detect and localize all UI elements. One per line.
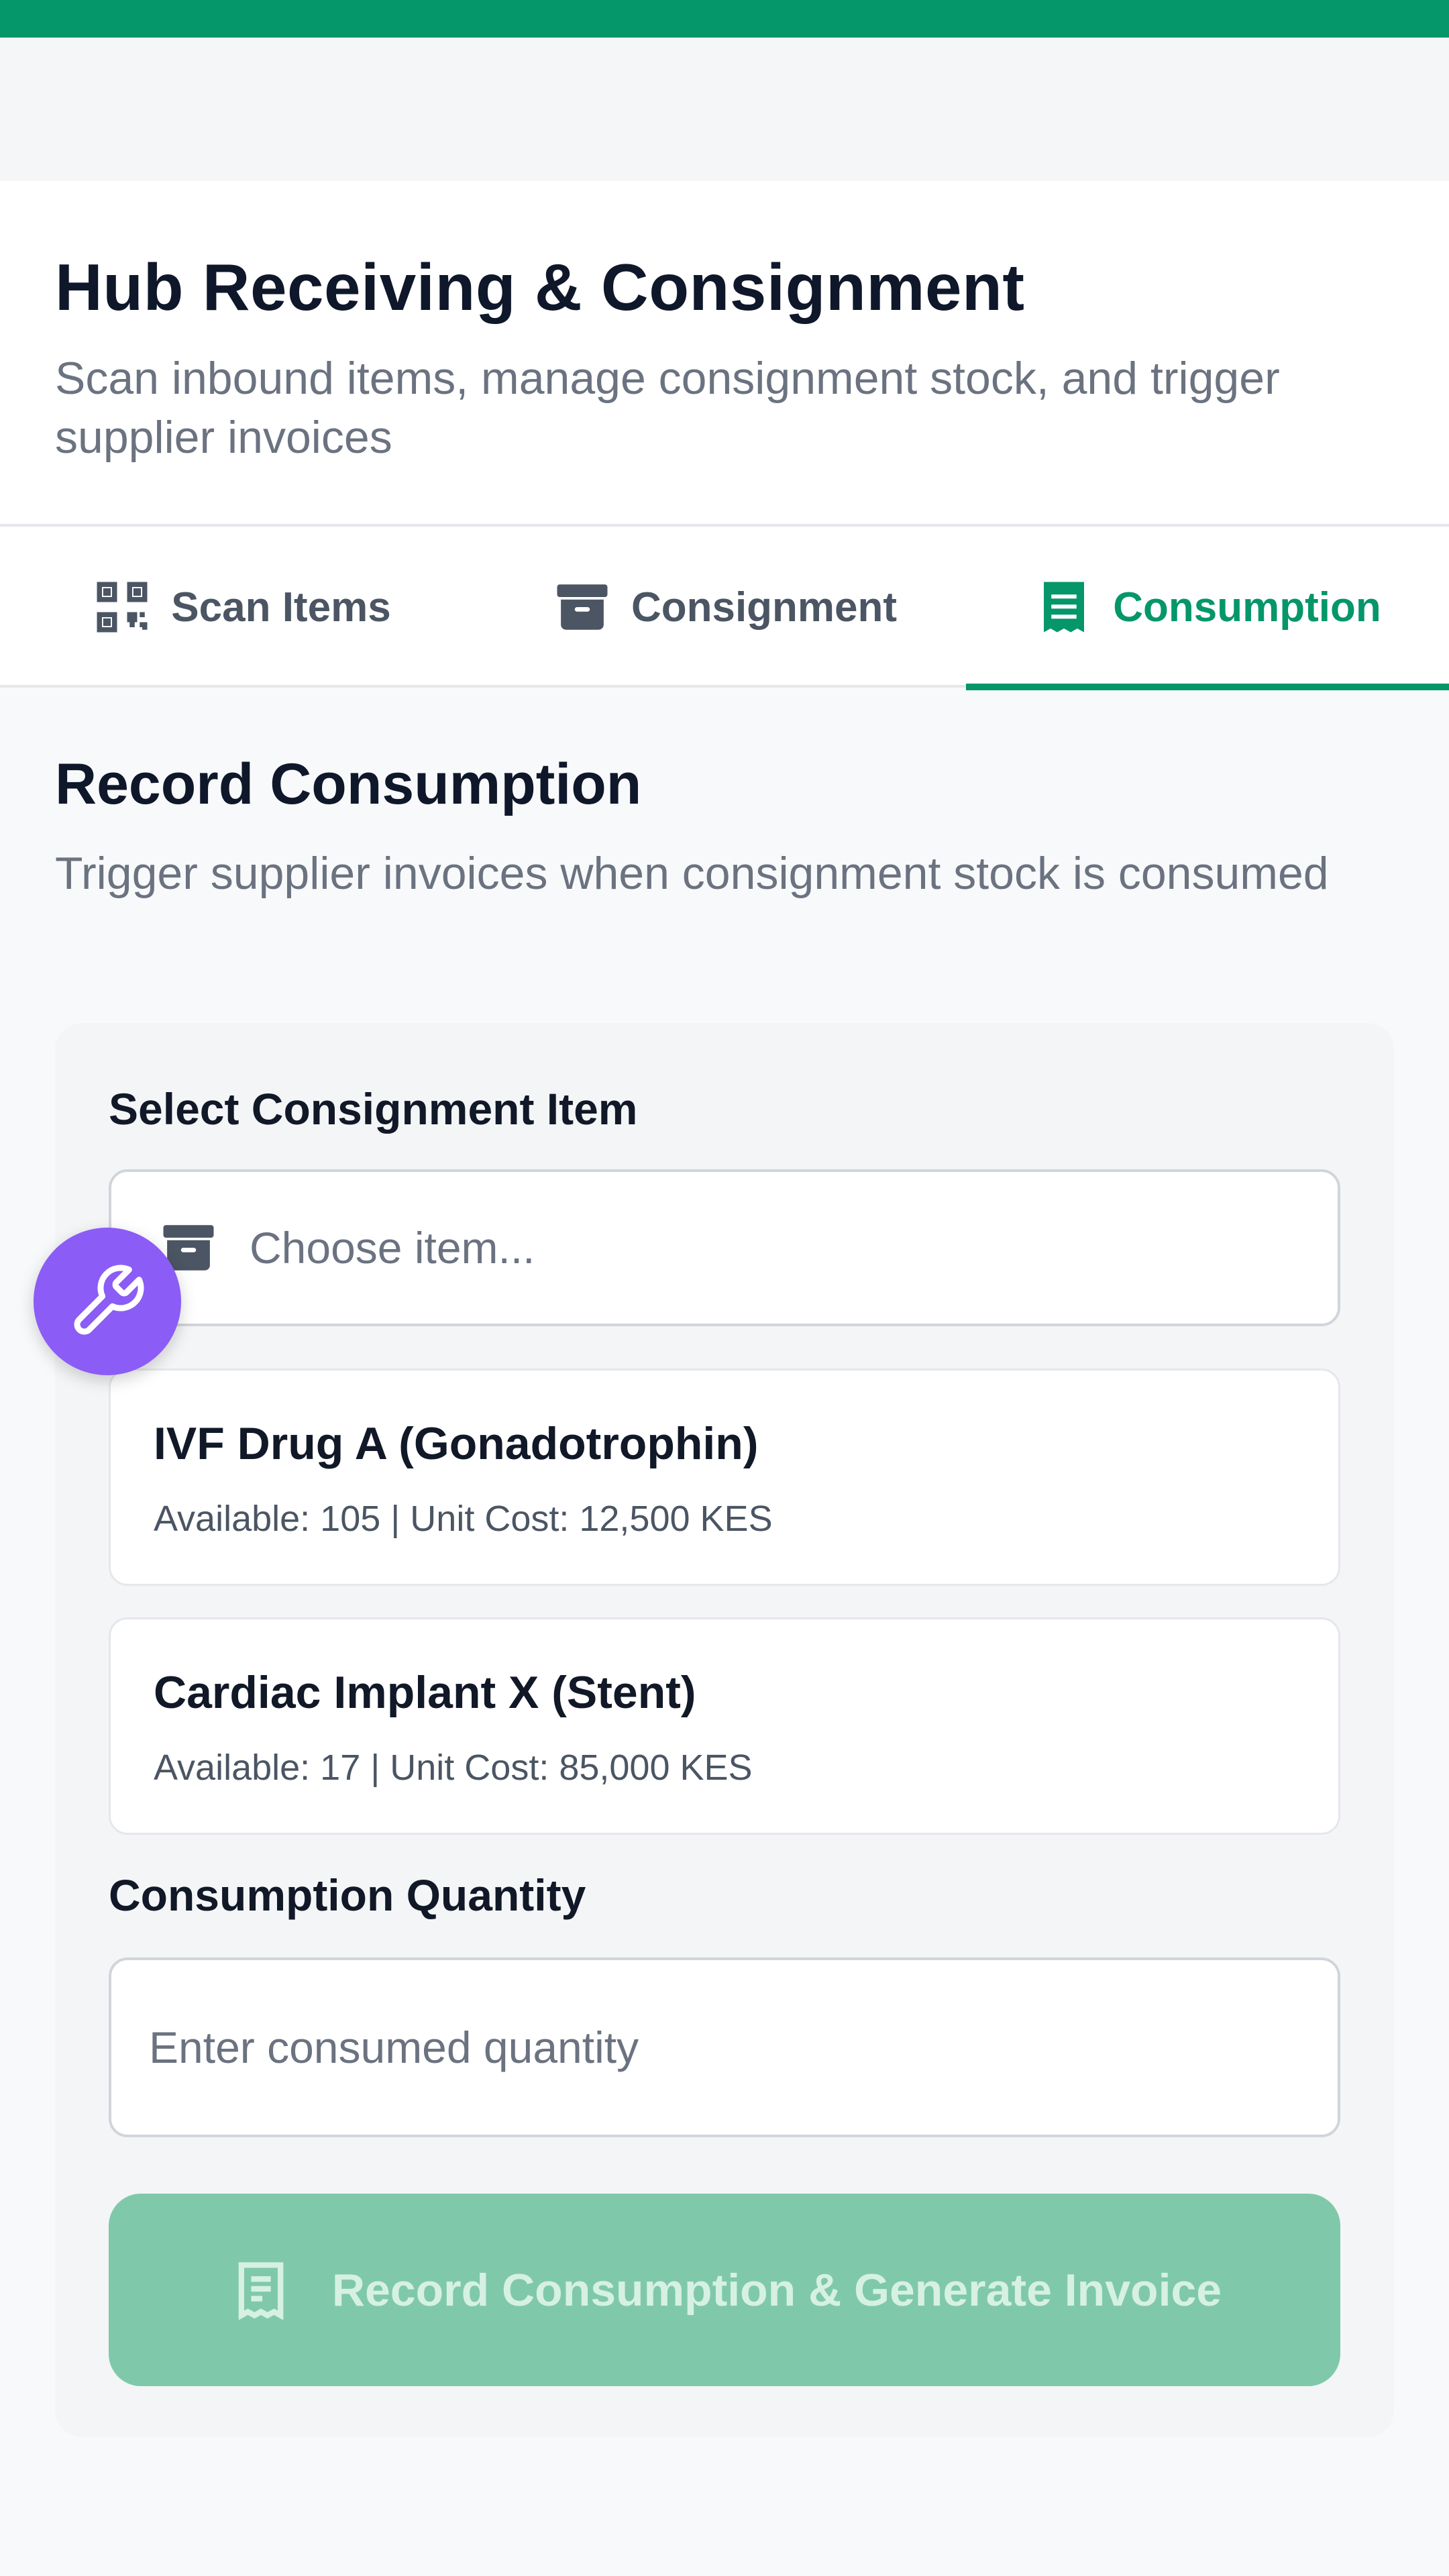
- item-option[interactable]: Cardiac Implant X (Stent) Available: 17 …: [109, 1617, 1340, 1835]
- item-option-meta: Available: 105 | Unit Cost: 12,500 KES: [154, 1499, 773, 1539]
- wrench-icon: [67, 1261, 148, 1342]
- tab-bar: Scan Items Consignment Consumption: [0, 527, 1449, 690]
- item-option[interactable]: IVF Drug A (Gonadotrophin) Available: 10…: [109, 1368, 1340, 1586]
- tools-fab-button[interactable]: [34, 1228, 181, 1375]
- consumption-form-card: Select Consignment Item Choose item... I…: [55, 1023, 1394, 2437]
- archive-box-icon: [552, 577, 612, 637]
- page-header: Hub Receiving & Consignment Scan inbound…: [0, 181, 1449, 527]
- item-select-label: Select Consignment Item: [109, 1084, 638, 1134]
- status-bar: [0, 0, 1449, 38]
- tab-consumption[interactable]: Consumption: [966, 527, 1449, 690]
- receipt-icon: [227, 2257, 294, 2324]
- item-option-name: IVF Drug A (Gonadotrophin): [154, 1418, 759, 1469]
- section-title: Record Consumption: [55, 752, 642, 816]
- tab-consignment[interactable]: Consignment: [483, 527, 966, 688]
- page-title: Hub Receiving & Consignment: [55, 250, 1025, 324]
- receipt-icon: [1034, 577, 1094, 637]
- item-option-meta: Available: 17 | Unit Cost: 85,000 KES: [154, 1748, 753, 1788]
- tab-scan-items[interactable]: Scan Items: [0, 527, 483, 688]
- tab-label: Consumption: [1113, 584, 1381, 631]
- tab-label: Scan Items: [171, 584, 391, 631]
- item-select[interactable]: Choose item...: [109, 1169, 1340, 1326]
- tab-label: Consignment: [631, 584, 898, 631]
- item-select-placeholder: Choose item...: [250, 1223, 535, 1273]
- top-spacer: [0, 38, 1449, 181]
- qr-scan-icon: [92, 577, 152, 637]
- item-option-name: Cardiac Implant X (Stent): [154, 1667, 696, 1718]
- section-subtitle: Trigger supplier invoices when consignme…: [55, 848, 1329, 899]
- record-consumption-label: Record Consumption & Generate Invoice: [331, 2264, 1222, 2316]
- quantity-label: Consumption Quantity: [109, 1870, 586, 1920]
- quantity-input[interactable]: [109, 1957, 1340, 2137]
- page-subtitle: Scan inbound items, manage consignment s…: [55, 353, 1280, 463]
- record-consumption-button[interactable]: Record Consumption & Generate Invoice: [109, 2194, 1340, 2386]
